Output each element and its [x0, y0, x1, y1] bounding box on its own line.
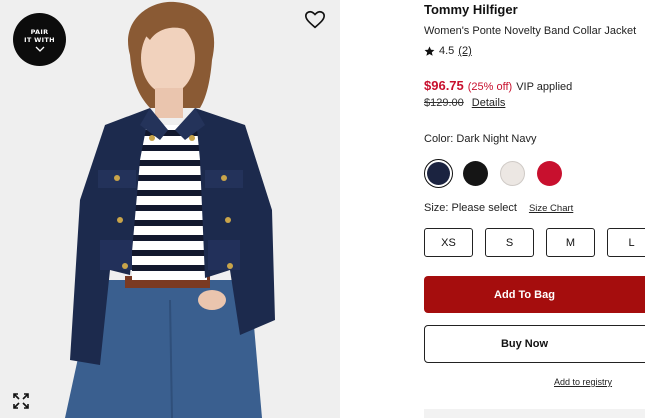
- swatch-color: [500, 161, 525, 186]
- product-title: Women's Ponte Novelty Band Collar Jacket: [424, 25, 637, 37]
- add-to-bag-button[interactable]: Add To Bag: [424, 276, 645, 313]
- product-image[interactable]: PAIR IT WITH: [0, 0, 340, 418]
- size-s-button[interactable]: S: [485, 228, 534, 257]
- swatch-color: [537, 161, 562, 186]
- buy-now-button[interactable]: Buy Now: [424, 325, 645, 363]
- add-to-registry-link[interactable]: Add to registry: [554, 377, 612, 387]
- price-row: $96.75 (25% off) VIP applied: [424, 78, 572, 93]
- size-l-button[interactable]: L: [607, 228, 645, 257]
- vip-label: VIP applied: [516, 81, 573, 93]
- pair-it-with-button[interactable]: PAIR IT WITH: [13, 13, 66, 66]
- rating-value: 4.5: [439, 45, 455, 57]
- size-label: Size: Please select: [424, 202, 517, 214]
- color-swatches: [424, 159, 572, 188]
- swatch-color: [427, 162, 450, 185]
- price-details-link[interactable]: Details: [472, 97, 506, 109]
- color-label: Color: Dark Night Navy: [424, 133, 537, 145]
- heart-outline-icon[interactable]: [304, 9, 326, 31]
- brand-name[interactable]: Tommy Hilfiger: [424, 2, 518, 17]
- star-icon: [424, 46, 435, 56]
- sale-price: $96.75: [424, 78, 464, 93]
- size-chart-link[interactable]: Size Chart: [529, 203, 573, 214]
- size-options: XS S M L: [424, 228, 645, 257]
- size-xs-button[interactable]: XS: [424, 228, 473, 257]
- original-price: $129.00: [424, 97, 464, 109]
- swatch-dark-night-navy[interactable]: [424, 159, 453, 188]
- size-m-button[interactable]: M: [546, 228, 595, 257]
- discount-label: (25% off): [467, 81, 513, 93]
- swatch-black[interactable]: [461, 159, 490, 188]
- rating: 4.5 (2): [424, 45, 472, 57]
- product-details: Tommy Hilfiger Women's Ponte Novelty Ban…: [424, 0, 645, 418]
- swatch-red[interactable]: [535, 159, 564, 188]
- swatch-color: [463, 161, 488, 186]
- pair-badge-line1: PAIR: [30, 27, 49, 36]
- expand-arrows-icon[interactable]: [12, 392, 30, 410]
- review-count-link[interactable]: (2): [458, 45, 471, 57]
- swatch-ivory[interactable]: [498, 159, 527, 188]
- section-divider: [424, 409, 645, 418]
- pair-badge-line2: IT WITH: [24, 35, 55, 44]
- chevron-down-icon: [35, 46, 44, 52]
- size-row: Size: Please select Size Chart: [424, 202, 573, 214]
- original-price-row: $129.00 Details: [424, 97, 505, 109]
